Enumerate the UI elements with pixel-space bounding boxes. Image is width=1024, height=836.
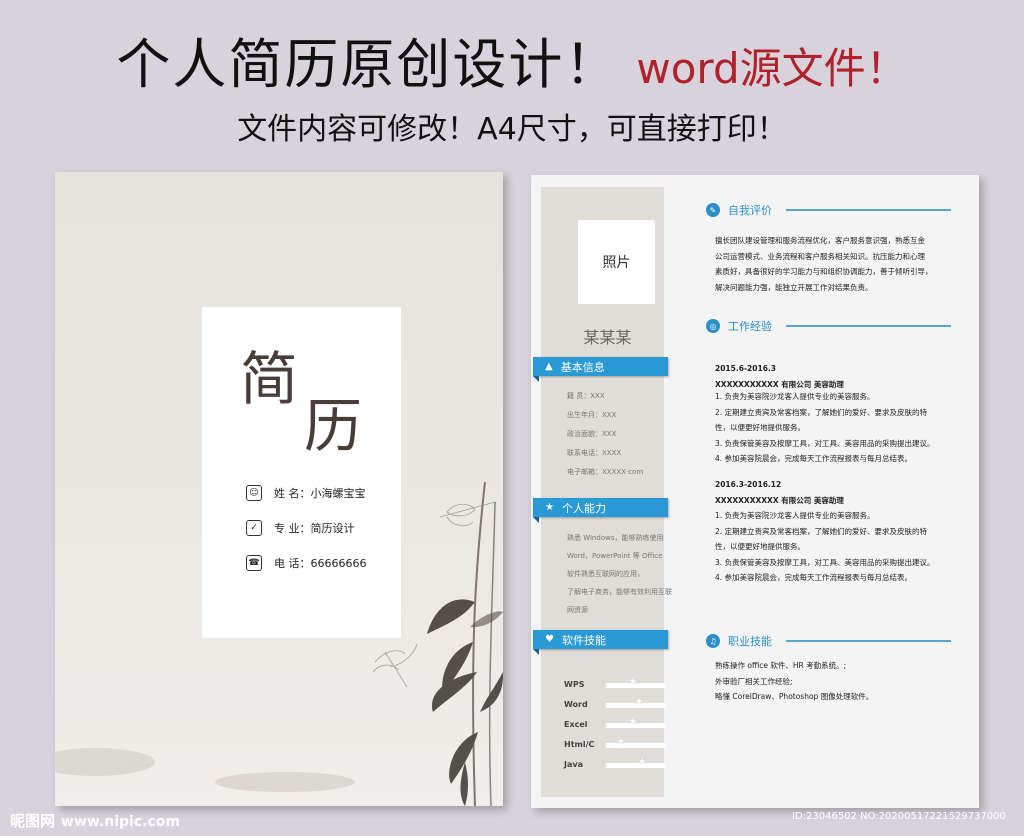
skill-level-marker: ★ [635, 697, 644, 707]
self-eval-text: 擅长团队建设管理和服务流程优化，客户服务意识强，熟悉互金 公司运营模式、业务流程… [715, 236, 933, 292]
section-software-title: 软件技能 [561, 633, 606, 647]
skill-level-marker: ★ [629, 717, 638, 727]
resume-sidebar: 照片 某某某 籍 贯：XXX 出生年月：XXX 政治面貌：XXX 联系电话：XX… [541, 187, 672, 797]
skill-label: Word [564, 700, 588, 709]
pen-icon: ✎ [706, 203, 720, 217]
cover-name-value: 小海螺宝宝 [310, 487, 366, 500]
cover-major-value: 简历设计 [310, 522, 355, 535]
section-work: ◎ 工作经验 [706, 318, 772, 334]
banner-subtitle: 文件内容可修改！A4尺寸，可直接打印！ [237, 112, 787, 147]
person-icon: ☺ [246, 485, 262, 501]
resume-page: 照片 某某某 籍 贯：XXX 出生年月：XXX 政治面貌：XXX 联系电话：XX… [531, 175, 979, 808]
skill-bar [606, 763, 666, 768]
banner-title: 个人简历原创设计！ [116, 33, 621, 96]
basic-row: 籍 贯：XXX [567, 392, 605, 400]
section-self-eval: ✎ 自我评价 [706, 202, 772, 218]
cover-char-li: 历 [304, 392, 363, 460]
basic-row: 联系电话：XXXX [567, 449, 622, 457]
ability-line: 了解电子商务，能够有效利用互联 [567, 588, 672, 596]
cover-major-label: 专 业 [274, 522, 300, 535]
divider [786, 209, 951, 211]
photo-placeholder: 照片 [578, 220, 655, 304]
basic-row: 电子邮箱：XXXXX·com [567, 468, 644, 476]
job-duties: 1. 负责为美容院沙龙客人提供专业的美容服务。 2. 定期建立贵宾及常客档案，了… [715, 392, 935, 463]
section-basic-info: ▲ 基本信息 [533, 357, 668, 382]
skill-level-marker: ★ [629, 677, 638, 687]
basic-row: 出生年月：XXX [567, 411, 617, 419]
phone-icon: ☎ [246, 555, 262, 571]
cover-name-label: 姓 名 [274, 487, 300, 500]
image-id: ID:23046502 NO:20200517221529737000 [792, 811, 1006, 822]
divider [786, 640, 951, 642]
site-watermark: 昵图网 www.nipic.com [10, 810, 180, 831]
skill-label: Java [564, 760, 583, 769]
section-professional-skills: ♫ 职业技能 [706, 633, 772, 649]
section-ability-title: 个人能力 [561, 501, 606, 515]
skills-title: 职业技能 [728, 635, 772, 648]
job-duties: 1. 负责为美容院沙龙客人提供专业的美容服务。 2. 定期建立贵宾及常客档案，了… [715, 511, 935, 582]
ability-line: 软件熟悉互联网的应用， [567, 570, 644, 578]
skill-level-marker: ★ [638, 757, 647, 767]
skills-text: 熟练操作 office 软件、HR 考勤系统。; 外审验厂相关工作经验; 略懂 … [715, 661, 874, 701]
heart-icon: ♥ [545, 634, 554, 645]
target-icon: ◎ [706, 319, 720, 333]
section-basic-title: 基本信息 [560, 360, 605, 374]
skill-level-marker: ★ [617, 737, 626, 747]
cover-phone-row: ☎ 电 话： 66666666 [246, 555, 367, 571]
section-ability: ★ 个人能力 [533, 498, 668, 523]
job-period: 2015.6-2016.3 [715, 364, 776, 373]
ability-line: Word，PowerPoint 等 Office [567, 552, 663, 560]
banner-accent: word源文件！ [636, 44, 908, 93]
ability-line: 网资源 [567, 606, 588, 614]
job-period: 2016.3-2016.12 [715, 480, 782, 489]
cover-major-row: ✓ 专 业：简历设计 [246, 520, 355, 536]
banner-headline: 个人简历原创设计！ word源文件！ [0, 20, 1024, 99]
divider [786, 325, 951, 327]
resume-name: 某某某 [583, 328, 632, 347]
site-url: www.nipic.com [61, 814, 180, 830]
cover-name-row: ☺ 姓 名：小海螺宝宝 [246, 485, 366, 501]
cover-page: 简 历 ☺ 姓 名：小海螺宝宝 ✓ 专 业：简历设计 ☎ 电 话： 6666666… [55, 172, 503, 806]
work-title: 工作经验 [728, 320, 772, 333]
skill-label: Excel [564, 720, 588, 729]
cover-char-jian: 简 [240, 345, 299, 413]
star-icon: ★ [545, 502, 554, 513]
basic-row: 政治面貌：XXX [567, 430, 617, 438]
thumb-icon: ✓ [246, 520, 262, 536]
cover-title-card: 简 历 ☺ 姓 名：小海螺宝宝 ✓ 专 业：简历设计 ☎ 电 话： 6666666… [202, 307, 401, 638]
cover-phone-value: 66666666 [310, 556, 367, 570]
skill-label: Html/C [564, 740, 595, 749]
section-software: ♥ 软件技能 [533, 630, 668, 655]
cover-phone-label: 电 话 [274, 557, 300, 570]
ability-line: 熟悉 Windows，能够熟练使用 [567, 534, 664, 542]
headphone-icon: ♫ [706, 634, 720, 648]
user-icon: ▲ [545, 361, 553, 372]
job-company: XXXXXXXXXXX 有限公司 美容助理 [715, 496, 844, 505]
skill-bar [606, 743, 666, 748]
brand-logo: 昵图网 [10, 812, 56, 830]
skill-label: WPS [564, 680, 585, 689]
self-eval-title: 自我评价 [728, 204, 772, 217]
